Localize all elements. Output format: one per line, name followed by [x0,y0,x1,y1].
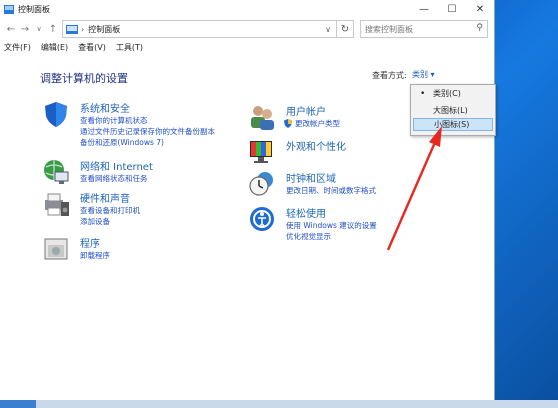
category-clock-region: 时钟和区域 更改日期、时间或数字格式 [248,170,438,200]
control-panel-window: 控制面板 — ☐ ✕ ← → ∨ ↑ › 控制面板 ∨ ↻ ⚲ 文件(F) 编辑… [0,0,496,400]
view-by-label: 查看方式: [372,71,407,80]
programs-icon [44,238,68,260]
maximize-button[interactable]: ☐ [438,0,466,18]
search-icon: ⚲ [476,23,483,33]
category-title-hardware-sound[interactable]: 硬件和声音 [80,190,130,205]
taskbar-segment [0,400,36,408]
category-appearance: 外观和个性化 [248,138,408,168]
category-network-internet: 网络和 Internet 查看网络状态和任务 [42,158,242,188]
clock-globe-icon [249,172,273,196]
ease-of-access-icon [250,207,274,231]
search-box[interactable]: ⚲ [360,20,488,38]
category-title-appearance[interactable]: 外观和个性化 [286,138,346,153]
close-button[interactable]: ✕ [466,0,494,18]
taskbar-strip [0,400,558,408]
menu-tools[interactable]: 工具(T) [116,42,143,53]
category-title-ease-of-access[interactable]: 轻松使用 [286,205,326,220]
category-title-system-security[interactable]: 系统和安全 [80,100,130,115]
category-title-programs[interactable]: 程序 [80,235,100,250]
link-change-account-type[interactable]: 更改帐户类型 [295,118,340,129]
address-bar[interactable]: › 控制面板 ∨ [62,20,354,38]
window-controls: — ☐ ✕ [410,0,494,18]
recent-dropdown-icon[interactable]: ∨ [32,25,46,33]
link-optimize-visual-display[interactable]: 优化视觉显示 [286,231,331,242]
category-hardware-sound: 硬件和声音 查看设备和打印机 添加设备 [42,190,242,230]
search-input[interactable] [361,23,467,35]
forward-button[interactable]: → [18,24,32,35]
dropdown-item-label: 小图标(S) [434,120,470,129]
menu-bar: 文件(F) 编辑(E) 查看(V) 工具(T) [0,42,149,53]
category-title-clock-region[interactable]: 时钟和区域 [286,170,336,185]
menu-view[interactable]: 查看(V) [78,42,106,53]
link-network-status[interactable]: 查看网络状态和任务 [80,173,148,184]
dropdown-item-label: 大图标(L) [433,106,468,115]
link-windows-recommended-settings[interactable]: 使用 Windows 建议的设置 [286,220,377,231]
uac-shield-icon [284,119,292,128]
window-title: 控制面板 [18,4,50,14]
link-file-history[interactable]: 通过文件历史记录保存你的文件备份副本 [80,126,215,137]
category-title-user-accounts[interactable]: 用户帐户 [286,103,326,118]
dropdown-item-small-icons[interactable]: 小图标(S) [413,118,493,131]
network-globe-icon [44,160,69,184]
dropdown-item-category[interactable]: • 类别(C) [413,87,493,100]
address-history-chevron-icon[interactable]: ∨ [325,25,331,34]
appearance-monitor-icon [250,141,272,163]
address-bar-row: ← → ∨ ↑ › 控制面板 ∨ ↻ ⚲ [0,18,494,40]
view-by-dropdown-menu: • 类别(C) 大图标(L) 小图标(S) [410,84,496,136]
category-ease-of-access: 轻松使用 使用 Windows 建议的设置 优化视觉显示 [248,205,438,245]
view-by-select[interactable]: 类别 ▾ [412,67,448,81]
breadcrumb-control-panel[interactable]: 控制面板 [88,24,120,35]
selected-bullet-icon: • [420,88,426,99]
user-accounts-icon [251,106,274,130]
printer-speaker-icon [45,193,69,216]
link-uninstall-program[interactable]: 卸载程序 [80,250,110,261]
up-button[interactable]: ↑ [46,24,60,35]
dropdown-item-label: 类别(C) [433,89,461,98]
menu-edit[interactable]: 编辑(E) [41,42,68,53]
link-change-date-time-format[interactable]: 更改日期、时间或数字格式 [286,185,376,196]
link-devices-printers[interactable]: 查看设备和打印机 [80,205,140,216]
breadcrumb-separator: › [81,24,85,34]
control-panel-small-icon [66,24,78,34]
minimize-button[interactable]: — [410,0,438,18]
menu-file[interactable]: 文件(F) [4,42,31,53]
control-panel-icon [4,4,14,14]
link-view-computer-status[interactable]: 查看你的计算机状态 [80,115,148,126]
back-button[interactable]: ← [4,24,18,35]
shield-icon [45,102,67,127]
link-backup-restore[interactable]: 备份和还原(Windows 7) [80,137,164,148]
link-add-device[interactable]: 添加设备 [80,216,110,227]
category-system-security: 系统和安全 查看你的计算机状态 通过文件历史记录保存你的文件备份副本 备份和还原… [42,100,242,150]
dropdown-item-large-icons[interactable]: 大图标(L) [413,104,493,117]
category-user-accounts: 用户帐户 更改帐户类型 [248,103,408,133]
category-programs: 程序 卸载程序 [42,235,242,265]
category-title-network-internet[interactable]: 网络和 Internet [80,158,153,173]
refresh-button[interactable]: ↻ [336,20,354,38]
page-heading: 调整计算机的设置 [40,72,128,85]
